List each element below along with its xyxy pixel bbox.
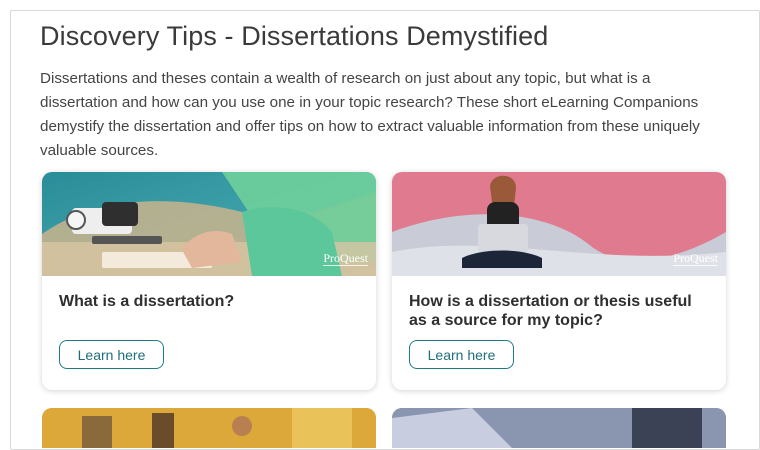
proquest-logo: ProQuest bbox=[673, 251, 718, 266]
card-image-laptop: ProQuest bbox=[392, 172, 726, 276]
card-image-partial-left bbox=[42, 408, 376, 448]
card-what-is-dissertation: ProQuest What is a dissertation? Learn h… bbox=[42, 172, 376, 390]
learn-here-button[interactable]: Learn here bbox=[409, 340, 514, 369]
learn-here-button[interactable]: Learn here bbox=[59, 340, 164, 369]
proquest-logo: ProQuest bbox=[323, 251, 368, 266]
page-title: Discovery Tips - Dissertations Demystifi… bbox=[40, 21, 549, 51]
card-image-partial-right bbox=[392, 408, 726, 448]
card-heading: How is a dissertation or thesis useful a… bbox=[409, 293, 692, 329]
content-panel: Discovery Tips - Dissertations Demystifi… bbox=[10, 10, 760, 450]
intro-paragraph: Dissertations and theses contain a wealt… bbox=[40, 70, 700, 159]
card-image-desk: ProQuest bbox=[42, 172, 376, 276]
card-heading: What is a dissertation? bbox=[59, 293, 235, 310]
card-dissertation-useful: ProQuest How is a dissertation or thesis… bbox=[392, 172, 726, 390]
